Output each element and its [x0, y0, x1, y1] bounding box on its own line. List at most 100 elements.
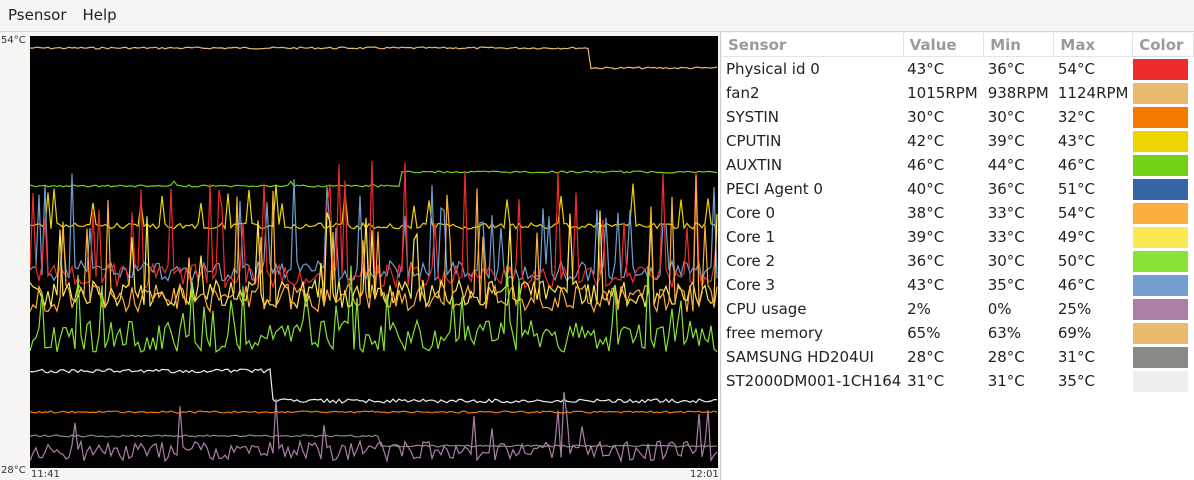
cell-max: 31°C [1057, 348, 1095, 366]
table-row[interactable]: Core 0 38°C 33°C 54°C [722, 201, 1194, 225]
color-swatch[interactable] [1132, 227, 1188, 248]
cell-color[interactable] [1132, 153, 1194, 177]
table-row[interactable]: PECI Agent 0 40°C 36°C 51°C [722, 177, 1194, 201]
column-header-min[interactable]: Min [983, 33, 1055, 57]
sensor-table: Sensor Value Min Max Color Physical id 0… [722, 33, 1194, 393]
column-header-sensor[interactable]: Sensor [722, 33, 904, 57]
color-swatch[interactable] [1132, 203, 1188, 224]
cell-sensor: Core 3 [726, 276, 776, 294]
cell-min: 63% [987, 324, 1022, 342]
cell-min: 33°C [987, 204, 1025, 222]
color-swatch[interactable] [1132, 131, 1188, 152]
cell-min: 31°C [987, 372, 1025, 390]
cell-max: 32°C [1057, 108, 1095, 126]
color-swatch[interactable] [1132, 179, 1188, 200]
cell-value: 28°C [907, 348, 945, 366]
cell-max: 54°C [1057, 204, 1095, 222]
cell-value: 30°C [907, 108, 945, 126]
table-row[interactable]: Core 3 43°C 35°C 46°C [722, 273, 1194, 297]
sensor-trace [30, 410, 718, 414]
cell-min: 36°C [987, 180, 1025, 198]
color-swatch[interactable] [1132, 83, 1188, 104]
pane-divider[interactable] [720, 32, 721, 480]
menu-bar: Psensor Help [0, 0, 1194, 32]
color-swatch[interactable] [1132, 299, 1188, 320]
sensor-trace [30, 434, 718, 448]
cell-value: 2% [907, 300, 931, 318]
cell-color[interactable] [1132, 81, 1194, 105]
cell-color[interactable] [1132, 177, 1194, 201]
color-swatch[interactable] [1132, 371, 1188, 392]
cell-min: 44°C [987, 156, 1025, 174]
cell-min: 35°C [987, 276, 1025, 294]
cell-sensor: fan2 [726, 84, 760, 102]
cell-max: 46°C [1057, 276, 1095, 294]
cell-sensor: PECI Agent 0 [726, 180, 823, 198]
column-header-max[interactable]: Max [1053, 33, 1134, 57]
cell-max: 54°C [1057, 60, 1095, 78]
cell-value: 65% [907, 324, 941, 342]
cell-min: 30°C [987, 108, 1025, 126]
table-row[interactable]: fan2 1015RPM 938RPM 1124RPM [722, 81, 1194, 105]
menu-help[interactable]: Help [75, 0, 125, 31]
cell-color[interactable] [1132, 225, 1194, 249]
x-axis-start-label: 11:41 [31, 469, 60, 480]
cell-max: 46°C [1057, 156, 1095, 174]
color-swatch[interactable] [1132, 107, 1188, 128]
cell-color[interactable] [1132, 249, 1194, 273]
cell-max: 50°C [1057, 252, 1095, 270]
column-header-value[interactable]: Value [903, 33, 985, 57]
color-swatch[interactable] [1132, 59, 1188, 80]
cell-sensor: CPUTIN [726, 132, 782, 150]
cell-color[interactable] [1132, 57, 1194, 82]
color-swatch[interactable] [1132, 155, 1188, 176]
cell-color[interactable] [1132, 369, 1194, 393]
cell-min: 36°C [987, 60, 1025, 78]
cell-value: 42°C [907, 132, 945, 150]
cell-color[interactable] [1132, 129, 1194, 153]
menu-psensor[interactable]: Psensor [0, 0, 75, 31]
cell-color[interactable] [1132, 297, 1194, 321]
table-row[interactable]: SYSTIN 30°C 30°C 32°C [722, 105, 1194, 129]
color-swatch[interactable] [1132, 323, 1188, 344]
graph-panel: 54°C 28°C 11:41 12:01 [0, 32, 720, 480]
sensor-graph [30, 36, 718, 468]
cell-max: 43°C [1057, 132, 1095, 150]
table-row[interactable]: CPU usage 2% 0% 25% [722, 297, 1194, 321]
cell-min: 938RPM [987, 84, 1049, 102]
cell-value: 46°C [907, 156, 945, 174]
color-swatch[interactable] [1132, 275, 1188, 296]
table-row[interactable]: free memory 65% 63% 69% [722, 321, 1194, 345]
table-row[interactable]: Core 2 36°C 30°C 50°C [722, 249, 1194, 273]
cell-sensor: SYSTIN [726, 108, 780, 126]
table-row[interactable]: SAMSUNG HD204UI 28°C 28°C 31°C [722, 345, 1194, 369]
cell-sensor: AUXTIN [726, 156, 783, 174]
cell-sensor: Core 1 [726, 228, 776, 246]
cell-value: 31°C [907, 372, 945, 390]
cell-value: 36°C [907, 252, 945, 270]
sensor-graph-canvas [30, 46, 718, 464]
table-row[interactable]: Core 1 39°C 33°C 49°C [722, 225, 1194, 249]
cell-color[interactable] [1132, 105, 1194, 129]
color-swatch[interactable] [1132, 347, 1188, 368]
cell-color[interactable] [1132, 201, 1194, 225]
cell-max: 35°C [1057, 372, 1095, 390]
cell-min: 0% [987, 300, 1012, 318]
sensor-trace [30, 46, 718, 70]
color-swatch[interactable] [1132, 251, 1188, 272]
cell-color[interactable] [1132, 345, 1194, 369]
cell-min: 30°C [987, 252, 1025, 270]
table-row[interactable]: AUXTIN 46°C 44°C 46°C [722, 153, 1194, 177]
cell-color[interactable] [1132, 321, 1194, 345]
cell-min: 39°C [987, 132, 1025, 150]
table-row[interactable]: Physical id 0 43°C 36°C 54°C [722, 57, 1194, 82]
cell-sensor: Core 0 [726, 204, 776, 222]
table-row[interactable]: CPUTIN 42°C 39°C 43°C [722, 129, 1194, 153]
cell-value: 43°C [907, 60, 945, 78]
column-header-color[interactable]: Color [1132, 33, 1194, 57]
table-row[interactable]: ST2000DM001-1CH164 31°C 31°C 35°C [722, 369, 1194, 393]
cell-color[interactable] [1132, 273, 1194, 297]
cell-sensor: SAMSUNG HD204UI [726, 348, 874, 366]
cell-value: 43°C [907, 276, 945, 294]
cell-max: 51°C [1057, 180, 1095, 198]
